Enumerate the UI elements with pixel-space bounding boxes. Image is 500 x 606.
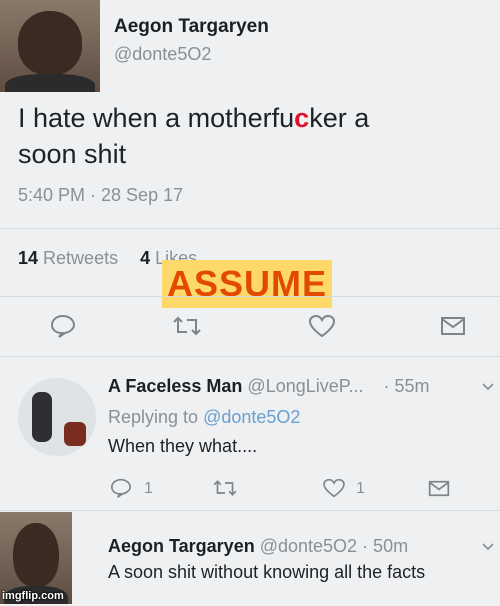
author-avatar[interactable] xyxy=(0,0,100,92)
likes-count[interactable]: 4 xyxy=(140,248,150,268)
bottom-handle-time[interactable]: @donte5O2 · 50m xyxy=(260,536,408,556)
divider xyxy=(0,296,500,297)
chevron-down-icon[interactable] xyxy=(482,542,494,552)
bottom-header: Aegon Targaryen @donte5O2 · 50m xyxy=(108,536,408,557)
assume-caption: ASSUME xyxy=(162,260,332,308)
tweet-timestamp[interactable]: 5:40 PM · 28 Sep 17 xyxy=(18,185,183,206)
reply-header: A Faceless Man @LongLiveP... · 55m xyxy=(108,376,430,397)
imgflip-watermark: imgflip.com xyxy=(2,590,64,602)
heart-icon[interactable] xyxy=(322,478,346,498)
divider xyxy=(0,356,500,357)
reply-age: · 55m xyxy=(383,376,430,396)
bottom-display-name[interactable]: Aegon Targaryen xyxy=(108,536,255,556)
tweet-text: I hate when a motherfucker a soon shit xyxy=(18,100,369,172)
divider xyxy=(0,228,500,229)
author-display-name[interactable]: Aegon Targaryen xyxy=(114,16,269,38)
replying-prefix: Replying to xyxy=(108,407,199,427)
mail-icon[interactable] xyxy=(440,316,466,336)
reply-count: 1 xyxy=(144,480,153,497)
retweet-icon[interactable] xyxy=(172,314,202,338)
retweets-label[interactable]: Retweets xyxy=(43,248,118,268)
reply-text: When they what.... xyxy=(108,436,258,456)
divider xyxy=(0,510,500,511)
reply-avatar[interactable] xyxy=(18,378,96,456)
tweet-text-part: I hate when a motherfu xyxy=(18,103,295,133)
replying-to: Replying to @donte5O2 xyxy=(108,407,300,428)
chevron-down-icon[interactable] xyxy=(482,382,494,392)
tweet-text-line2: soon shit xyxy=(18,139,127,169)
reply-icon[interactable] xyxy=(110,478,132,498)
heart-icon[interactable] xyxy=(308,314,336,338)
reply-handle[interactable]: @LongLiveP... xyxy=(247,376,363,396)
mail-icon[interactable] xyxy=(428,480,450,497)
retweets-count[interactable]: 14 xyxy=(18,248,38,268)
replying-handle-link[interactable]: @donte5O2 xyxy=(203,407,300,427)
like-count: 1 xyxy=(356,480,365,497)
author-handle[interactable]: @donte5O2 xyxy=(114,44,211,65)
censored-letter: c xyxy=(294,103,310,133)
bottom-text: A soon shit without knowing all the fact… xyxy=(108,562,426,582)
retweet-icon[interactable] xyxy=(212,478,238,498)
tweet-text-part: ker a xyxy=(309,103,370,133)
reply-icon[interactable] xyxy=(50,314,76,338)
reply-display-name[interactable]: A Faceless Man xyxy=(108,376,242,396)
